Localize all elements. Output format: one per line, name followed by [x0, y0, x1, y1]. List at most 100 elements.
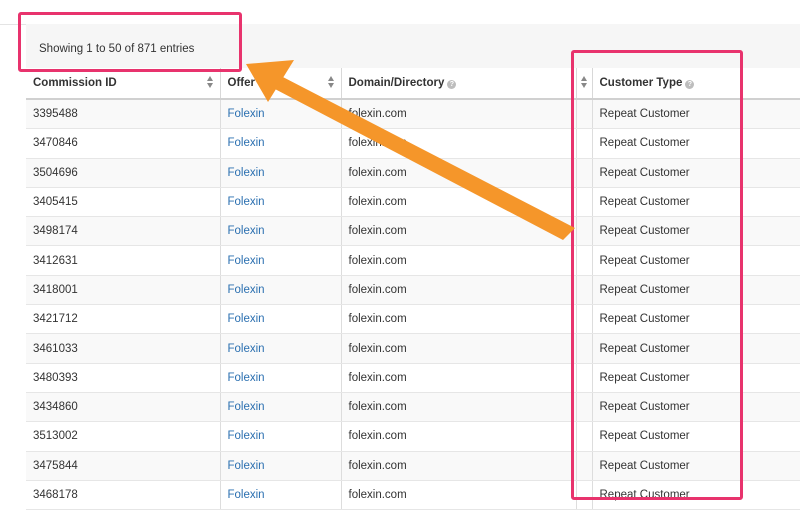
cell-spacer	[576, 275, 593, 306]
cell-spacer	[576, 363, 593, 393]
sort-arrows-icon[interactable]	[580, 76, 588, 90]
column-header-customer-type[interactable]: Customer Type?	[592, 68, 800, 100]
entries-info: Showing 1 to 50 of 871 entries	[39, 43, 195, 55]
sort-arrows-icon[interactable]	[327, 76, 335, 90]
cell-customer-type: Repeat Customer	[592, 99, 800, 130]
table-row: 3475844 Folexin folexin.com Repeat Customer	[26, 451, 800, 481]
cell-domain: folexin.com	[341, 187, 577, 218]
cell-commission-id: 3412631	[26, 245, 221, 276]
cell-customer-type: Repeat Customer	[592, 363, 800, 393]
table-header-row: Commission ID Offer Domain/Directory? Cu…	[26, 68, 800, 100]
table-row: 3395488 Folexin folexin.com Repeat Customer	[26, 99, 800, 130]
cell-offer-link[interactable]: Folexin	[220, 245, 342, 276]
cell-spacer	[576, 333, 593, 364]
question-circle-icon[interactable]: ?	[685, 80, 695, 89]
cell-spacer	[576, 216, 593, 247]
cell-customer-type: Repeat Customer	[592, 333, 800, 364]
cell-commission-id: 3498174	[26, 216, 221, 247]
cell-offer-link[interactable]: Folexin	[220, 363, 342, 393]
cell-offer-link[interactable]: Folexin	[220, 158, 342, 188]
sort-arrows-icon[interactable]	[206, 76, 214, 90]
cell-commission-id: 3405415	[26, 187, 221, 218]
column-header-label: Customer Type	[599, 77, 683, 89]
cell-commission-id: 3468178	[26, 480, 221, 510]
cell-spacer	[576, 451, 593, 481]
cell-offer-link[interactable]: Folexin	[220, 275, 342, 306]
cell-customer-type: Repeat Customer	[592, 128, 800, 159]
table-row: 3421712 Folexin folexin.com Repeat Customer	[26, 304, 800, 335]
cell-domain: folexin.com	[341, 451, 577, 481]
column-header-domain[interactable]: Domain/Directory?	[341, 68, 577, 100]
table-row: 3513002 Folexin folexin.com Repeat Customer	[26, 421, 800, 452]
cell-offer-link[interactable]: Folexin	[220, 480, 342, 510]
cell-domain: folexin.com	[341, 275, 577, 306]
cell-offer-link[interactable]: Folexin	[220, 128, 342, 159]
cell-offer-link[interactable]: Folexin	[220, 99, 342, 130]
table-row: 3498174 Folexin folexin.com Repeat Customer	[26, 216, 800, 247]
column-header-sort-spacer[interactable]	[576, 68, 593, 100]
cell-commission-id: 3434860	[26, 392, 221, 423]
table-row: 3468178 Folexin folexin.com Repeat Customer	[26, 480, 800, 510]
cell-customer-type: Repeat Customer	[592, 245, 800, 276]
cell-customer-type: Repeat Customer	[592, 451, 800, 481]
cell-domain: folexin.com	[341, 363, 577, 393]
cell-offer-link[interactable]: Folexin	[220, 333, 342, 364]
cell-spacer	[576, 392, 593, 423]
table-row: 3470846 Folexin folexin.com Repeat Customer	[26, 128, 800, 159]
cell-commission-id: 3480393	[26, 363, 221, 393]
cell-commission-id: 3421712	[26, 304, 221, 335]
cell-domain: folexin.com	[341, 216, 577, 247]
cell-spacer	[576, 245, 593, 276]
top-bar	[0, 0, 800, 25]
cell-customer-type: Repeat Customer	[592, 275, 800, 306]
table-body: 3395488 Folexin folexin.com Repeat Customer…	[26, 99, 800, 510]
cell-domain: folexin.com	[341, 304, 577, 335]
cell-domain: folexin.com	[341, 392, 577, 423]
cell-spacer	[576, 158, 593, 188]
cell-domain: folexin.com	[341, 99, 577, 130]
table-row: 3412631 Folexin folexin.com Repeat Customer	[26, 245, 800, 276]
column-header-label: Domain/Directory	[348, 77, 445, 89]
cell-offer-link[interactable]: Folexin	[220, 421, 342, 452]
table-row: 3504696 Folexin folexin.com Repeat Customer	[26, 158, 800, 188]
cell-domain: folexin.com	[341, 158, 577, 188]
cell-customer-type: Repeat Customer	[592, 187, 800, 218]
cell-commission-id: 3470846	[26, 128, 221, 159]
cell-offer-link[interactable]: Folexin	[220, 187, 342, 218]
cell-customer-type: Repeat Customer	[592, 480, 800, 510]
cell-commission-id: 3513002	[26, 421, 221, 452]
cell-spacer	[576, 480, 593, 510]
cell-commission-id: 3418001	[26, 275, 221, 306]
cell-domain: folexin.com	[341, 128, 577, 159]
cell-commission-id: 3475844	[26, 451, 221, 481]
cell-offer-link[interactable]: Folexin	[220, 304, 342, 335]
cell-commission-id: 3504696	[26, 158, 221, 188]
cell-offer-link[interactable]: Folexin	[220, 392, 342, 423]
cell-offer-link[interactable]: Folexin	[220, 216, 342, 247]
column-header-label: Offer	[227, 77, 255, 89]
question-circle-icon[interactable]: ?	[447, 80, 457, 89]
table-row: 3480393 Folexin folexin.com Repeat Customer	[26, 363, 800, 393]
commissions-table: Commission ID Offer Domain/Directory? Cu…	[26, 68, 800, 510]
cell-customer-type: Repeat Customer	[592, 421, 800, 452]
cell-spacer	[576, 128, 593, 159]
column-header-label: Commission ID	[33, 77, 117, 89]
column-header-offer[interactable]: Offer	[220, 68, 342, 100]
cell-customer-type: Repeat Customer	[592, 158, 800, 188]
cell-customer-type: Repeat Customer	[592, 304, 800, 335]
cell-commission-id: 3461033	[26, 333, 221, 364]
cell-spacer	[576, 99, 593, 130]
table-row: 3418001 Folexin folexin.com Repeat Customer	[26, 275, 800, 306]
cell-customer-type: Repeat Customer	[592, 216, 800, 247]
cell-domain: folexin.com	[341, 333, 577, 364]
table-row: 3434860 Folexin folexin.com Repeat Customer	[26, 392, 800, 423]
cell-offer-link[interactable]: Folexin	[220, 451, 342, 481]
cell-spacer	[576, 187, 593, 218]
table-row: 3405415 Folexin folexin.com Repeat Customer	[26, 187, 800, 218]
cell-domain: folexin.com	[341, 480, 577, 510]
cell-spacer	[576, 421, 593, 452]
cell-domain: folexin.com	[341, 421, 577, 452]
cell-spacer	[576, 304, 593, 335]
column-header-commission-id[interactable]: Commission ID	[26, 68, 221, 100]
table-row: 3461033 Folexin folexin.com Repeat Customer	[26, 333, 800, 364]
